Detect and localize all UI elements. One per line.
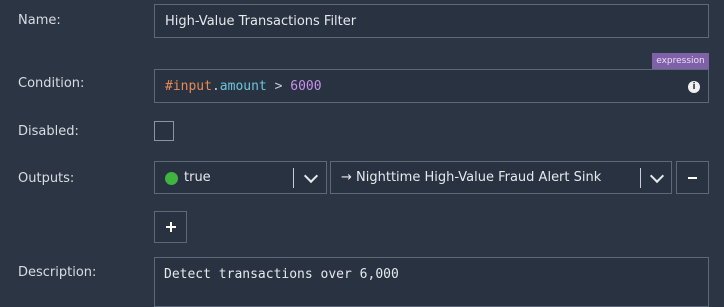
token-variable: #input <box>165 79 212 94</box>
condition-editor[interactable]: #input.amount > 6000 <box>154 69 709 103</box>
output-condition-value: true <box>184 170 211 185</box>
description-label: Description: <box>18 265 97 280</box>
output-condition-select[interactable]: true <box>154 161 327 194</box>
expression-badge: expression <box>652 53 709 69</box>
description-textarea[interactable]: Detect transactions over 6,000 <box>154 257 709 307</box>
minus-icon <box>688 177 697 179</box>
output-target-value: → Nighttime High-Value Fraud Alert Sink <box>341 170 602 185</box>
token-number: 6000 <box>290 79 322 94</box>
token-property: amount <box>219 79 267 94</box>
chevron-down-icon[interactable] <box>303 168 319 184</box>
name-input[interactable]: High-Value Transactions Filter <box>154 4 709 38</box>
token-operator: > <box>266 79 291 94</box>
chevron-down-icon[interactable] <box>649 168 665 184</box>
name-label: Name: <box>18 13 61 28</box>
token-dot: . <box>211 79 220 94</box>
condition-expression: #input.amount > 6000 <box>165 79 322 94</box>
name-input-value: High-Value Transactions Filter <box>165 14 357 29</box>
info-icon[interactable]: i <box>688 81 700 93</box>
status-dot-icon <box>165 172 178 185</box>
add-output-button[interactable] <box>154 211 187 243</box>
select-divider <box>293 168 294 188</box>
disabled-checkbox[interactable] <box>154 121 174 141</box>
description-value: Detect transactions over 6,000 <box>164 267 399 282</box>
output-target-select[interactable]: → Nighttime High-Value Fraud Alert Sink <box>330 161 672 194</box>
plus-icon <box>170 222 172 232</box>
remove-output-button[interactable] <box>676 161 709 194</box>
disabled-label: Disabled: <box>18 124 79 139</box>
outputs-label: Outputs: <box>18 171 75 186</box>
condition-label: Condition: <box>18 76 85 91</box>
select-divider <box>640 168 641 188</box>
